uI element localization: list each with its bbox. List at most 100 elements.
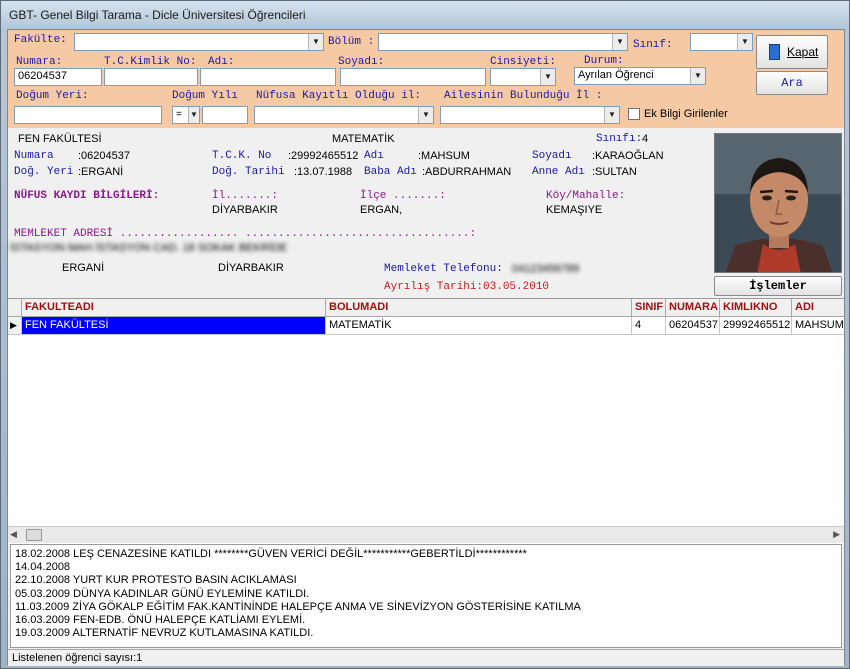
memleket-telefon-label: Memleket Telefonu: [384,263,503,275]
islemler-button[interactable]: İşlemler [714,276,842,296]
table-cell[interactable]: MAHSUM [792,317,844,335]
filter-panel: Fakülte: ▼ Bölüm : ▼ Sınıf: ▼ Kapat Ara … [8,30,844,128]
durum-select[interactable]: Ayrılan Öğrenci ▼ [574,67,706,85]
detail-dtarih-label: Doğ. Tarihi [212,166,285,178]
log-line: 14.04.2008 [15,561,71,574]
numara-label: Numara: [16,56,63,68]
memleket-adres-redacted: İSTASYON MAH İSTASYON CAD. 18 SOKAK BEKR… [10,242,288,254]
sinif-select[interactable]: ▼ [690,33,753,51]
detail-numara-label: Numara [14,150,54,162]
ara-button[interactable]: Ara [756,71,828,95]
detail-tck-value: :29992465512 [288,150,359,162]
ek-bilgi-label: Ek Bilgi Girilenler [644,108,728,120]
dogum-yili-input[interactable] [202,106,248,124]
detail-numara-value: :06204537 [78,150,130,162]
column-header[interactable]: NUMARA [666,299,720,317]
exit-door-icon [769,44,780,60]
dogum-yili-op-value: = [176,109,182,120]
ek-bilgi-checkbox[interactable] [628,108,640,120]
window-title: GBT- Genel Bilgi Tarama - Dicle Üniversi… [9,8,306,22]
table-cell[interactable]: 29992465512 [720,317,792,335]
activity-log[interactable]: 18.02.2008 LEŞ CENAZESİNE KATILDI ******… [10,544,842,648]
detail-sinif-value: 4 [642,133,649,145]
log-line: 16.03.2009 FEN-EDB. ÖNÜ HALEPÇE KATLİAMI… [15,614,306,627]
detail-adi-label: Adı [364,150,384,162]
log-line: 18.02.2008 LEŞ CENAZESİNE KATILDI ******… [15,548,527,560]
soyadi-input[interactable] [340,68,486,86]
chevron-down-icon: ▼ [188,107,199,123]
client-area: Fakülte: ▼ Bölüm : ▼ Sınıf: ▼ Kapat Ara … [7,29,845,666]
chevron-down-icon: ▼ [540,69,555,85]
fakulte-label: Fakülte: [14,34,67,46]
chevron-down-icon: ▼ [418,107,433,123]
column-header[interactable]: ADI [792,299,844,317]
bolum-label: Bölüm : [328,36,375,48]
cinsiyeti-label: Cinsiyeti: [490,56,557,68]
column-header[interactable]: KIMLIKNO [720,299,792,317]
detail-soyadi-value: :KARAOĞLAN [592,150,664,162]
fakulte-select[interactable]: ▼ [74,33,324,51]
kapat-button-label: Kapat [787,45,819,59]
row-indicator-icon: ▶ [8,317,22,335]
nufus-ilce-label: İlçe .......: [360,190,446,202]
soyadi-label: Soyadı: [338,56,385,68]
numara-input[interactable]: 06204537 [14,68,102,86]
bolum-select[interactable]: ▼ [378,33,628,51]
table-cell[interactable]: 06204537 [666,317,720,335]
nufus-il-label: İl.......: [212,190,279,202]
ayrilis-tarihi: Ayrılış Tarihi:03.05.2010 [384,281,550,293]
nufus-il-value: DİYARBAKIR [212,204,278,216]
detail-baba-value: :ABDURRAHMAN [422,166,512,178]
log-line: 19.03.2009 ALTERNATİF NEVRUZ KUTLAMASINA… [15,627,314,640]
column-header[interactable]: FAKULTEADI [22,299,326,317]
chevron-down-icon: ▼ [737,34,752,50]
column-header[interactable]: BOLUMADI [326,299,632,317]
nufus-koy-label: Köy/Mahalle: [546,190,626,202]
detail-baba-label: Baba Adı [364,166,417,178]
dogum-yeri-input[interactable] [14,106,162,124]
student-portrait [715,134,841,272]
student-photo [714,133,842,273]
tc-label: T.C.Kimlik No: [104,56,197,68]
chevron-down-icon: ▼ [612,34,627,50]
log-line: 22.10.2008 YURT KUR PROTESTO BASIN ACIKL… [15,574,297,587]
scroll-right-icon[interactable]: ▶ [833,529,840,540]
status-text: Listelenen öğrenci sayısı:1 [12,652,143,664]
table-cell[interactable]: FEN FAKÜLTESİ [22,317,326,335]
cinsiyeti-select[interactable]: ▼ [490,68,556,86]
durum-label: Durum: [584,55,624,67]
detail-dyeri-label: Doğ. Yeri [14,166,74,178]
student-grid: FAKULTEADI BOLUMADI SINIF NUMARA KIMLIKN… [8,298,844,544]
column-header[interactable]: SINIF [632,299,666,317]
detail-soyadi-label: Soyadı [532,150,572,162]
dogum-yili-label: Doğum Yılı [172,90,239,102]
detail-dyeri-value: :ERGANİ [78,166,124,178]
nufus-section-title: NÜFUS KAYDI BİLGİLERİ: [14,190,160,202]
detail-anne-label: Anne Adı [532,166,585,178]
memleket-adres-ilce: ERGANİ [62,262,105,274]
scroll-thumb[interactable] [26,529,42,541]
aile-il-select[interactable]: ▼ [440,106,620,124]
chevron-down-icon: ▼ [690,68,705,84]
title-bar[interactable]: GBT- Genel Bilgi Tarama - Dicle Üniversi… [1,1,849,29]
horizontal-scrollbar[interactable]: ◀ ▶ [8,526,844,543]
nufus-il-select[interactable]: ▼ [254,106,434,124]
kapat-button[interactable]: Kapat [756,35,828,69]
status-bar: Listelenen öğrenci sayısı:1 [8,649,844,666]
chevron-down-icon: ▼ [308,34,323,50]
detail-bolum: MATEMATİK [332,133,395,145]
detail-sinif-label: Sınıfı: [596,133,643,145]
detail-tck-label: T.C.K. No [212,150,272,162]
memleket-adresi-label: MEMLEKET ADRESİ .................. .....… [14,228,477,240]
memleket-telefon-redacted: 04123456789 [512,263,580,275]
tc-input[interactable] [104,68,198,86]
grid-corner [8,299,22,317]
aile-il-label: Ailesinin Bulunduğu İl : [444,90,603,102]
table-cell[interactable]: MATEMATİK [326,317,632,335]
adi-label: Adı: [208,56,235,68]
table-cell[interactable]: 4 [632,317,666,335]
adi-input[interactable] [200,68,336,86]
dogum-yili-op-select[interactable]: = ▼ [172,106,200,124]
detail-dtarih-value: :13.07.1988 [294,166,353,178]
scroll-left-icon[interactable]: ◀ [10,529,17,540]
